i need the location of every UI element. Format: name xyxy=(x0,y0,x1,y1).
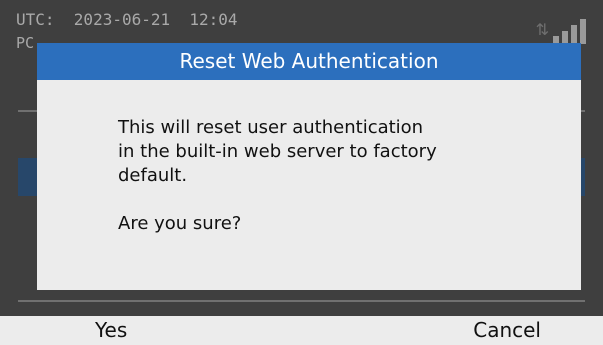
confirm-dialog: Reset Web Authentication This will reset… xyxy=(37,43,581,290)
dialog-title: Reset Web Authentication xyxy=(37,43,581,80)
dialog-body: This will reset user authentication in t… xyxy=(37,80,581,236)
cancel-button[interactable]: Cancel xyxy=(473,318,541,342)
network-activity-icon: ⇅ xyxy=(535,20,549,39)
status-line-fragment: PC xyxy=(16,34,35,52)
yes-button[interactable]: Yes xyxy=(95,318,127,342)
signal-strength-icon xyxy=(553,18,593,44)
softkey-bar: Yes Cancel xyxy=(0,316,603,345)
divider xyxy=(18,300,585,302)
dialog-question: Are you sure? xyxy=(118,213,242,234)
dialog-message: This will reset user authentication in t… xyxy=(118,117,437,186)
utc-label: UTC: xyxy=(16,10,55,29)
status-clock: UTC: 2023-06-21 12:04 xyxy=(16,10,238,29)
datetime-value: 2023-06-21 12:04 xyxy=(73,10,238,29)
